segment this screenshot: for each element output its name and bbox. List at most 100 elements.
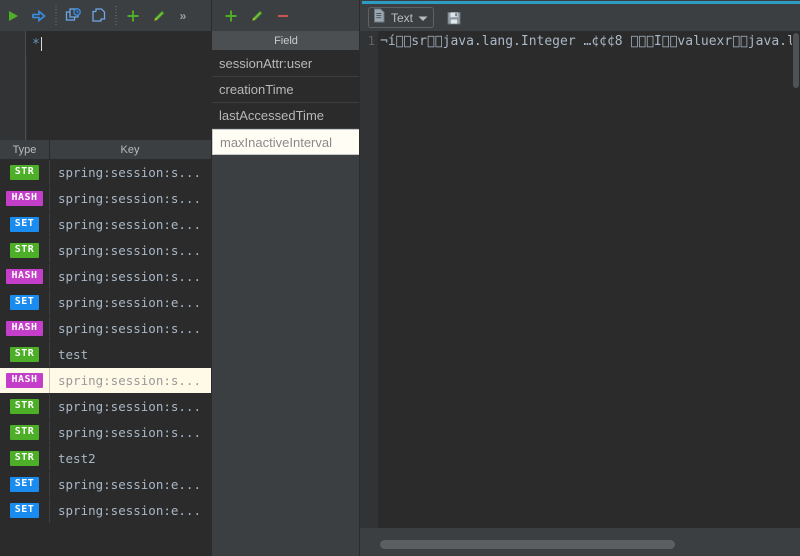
value-toolbar: Text xyxy=(360,4,800,31)
table-row[interactable]: HASH spring:session:s... xyxy=(0,368,212,394)
table-row[interactable]: HASH spring:session:s... xyxy=(0,264,212,290)
chevron-down-icon xyxy=(418,9,428,27)
value-editor[interactable]: 1 ¬í sr java.lang.Integer …¢¢¢8  I … xyxy=(360,31,800,528)
table-row[interactable]: SET spring:session:e... xyxy=(0,212,212,238)
arrow-right-icon[interactable] xyxy=(26,3,52,29)
table-row[interactable]: STR spring:session:s... xyxy=(0,238,212,264)
add-icon[interactable] xyxy=(120,3,146,29)
document-icon xyxy=(373,8,386,28)
viewer-format-label: Text xyxy=(391,11,413,25)
run-icon[interactable] xyxy=(0,3,26,29)
status-badge: HASH xyxy=(6,269,42,285)
cell-key: spring:session:s... xyxy=(50,316,212,341)
keys-toolbar: » xyxy=(0,0,212,31)
status-badge: SET xyxy=(10,503,40,519)
status-badge: SET xyxy=(10,295,40,311)
status-badge: SET xyxy=(10,217,40,233)
table-row[interactable]: SETspring:session:e... xyxy=(0,472,212,498)
edit-field-icon[interactable] xyxy=(244,3,270,29)
key-filter-input[interactable]: * xyxy=(27,31,212,57)
status-badge: STR xyxy=(10,451,40,467)
duplicate-clock-icon[interactable] xyxy=(60,3,86,29)
cell-key: spring:session:e... xyxy=(50,498,212,523)
value-vertical-scrollbar-thumb[interactable] xyxy=(793,33,799,88)
cell-type: STR xyxy=(0,342,50,367)
edit-pencil-icon[interactable] xyxy=(146,3,172,29)
toolbar-separator-2 xyxy=(115,6,117,26)
cell-type: STR xyxy=(0,446,50,471)
cell-type: STR xyxy=(0,394,50,419)
copy-icon[interactable] xyxy=(86,3,112,29)
table-row[interactable]: STR test2 xyxy=(0,446,212,472)
save-disk-icon[interactable] xyxy=(444,8,464,28)
table-row[interactable]: HASH spring:session:s... xyxy=(0,316,212,342)
cell-key: spring:session:s... xyxy=(50,368,212,393)
cell-type: STR xyxy=(0,420,50,445)
column-header-type[interactable]: Type xyxy=(0,140,50,160)
cell-type: SET xyxy=(0,498,50,523)
cell-type: SET xyxy=(0,290,50,315)
cell-type: SET xyxy=(0,212,50,237)
key-table-empty-area xyxy=(0,524,212,556)
table-row[interactable]: STR spring:session:s... xyxy=(0,160,212,186)
table-row[interactable]: STRspring:session:s... xyxy=(0,394,212,420)
value-horizontal-scrollbar[interactable] xyxy=(360,528,800,556)
cell-key: spring:session:s... xyxy=(50,264,212,289)
cell-type: SET xyxy=(0,472,50,497)
table-row[interactable]: SET spring:session:e... xyxy=(0,290,212,316)
field-list-empty-area xyxy=(212,155,360,531)
field-column-header[interactable]: Field xyxy=(212,31,360,51)
status-badge: SET xyxy=(10,477,40,493)
cell-key: spring:session:s... xyxy=(50,238,212,263)
cell-key: test xyxy=(50,342,212,367)
value-content[interactable]: ¬í sr java.lang.Integer …¢¢¢8  I va… xyxy=(380,34,800,49)
filter-editor-area[interactable] xyxy=(27,57,212,140)
key-table-header: Type Key xyxy=(0,140,212,160)
table-row[interactable]: SET spring:session:e... xyxy=(0,498,212,524)
cell-key: spring:session:s... xyxy=(50,420,212,445)
value-vertical-scrollbar[interactable] xyxy=(792,31,800,528)
cell-type: HASH xyxy=(0,368,50,393)
keys-pane: » * Type Key STRspring:session:s...HASHs… xyxy=(0,0,212,556)
cell-key: test2 xyxy=(50,446,212,471)
redis-client-window: » * Type Key STRspring:session:s...HASHs… xyxy=(0,0,800,556)
cell-key: spring:session:s... xyxy=(50,186,212,211)
status-badge: STR xyxy=(10,243,40,259)
table-row[interactable]: HASHspring:session:s... xyxy=(0,186,212,212)
status-badge: STR xyxy=(10,425,40,441)
table-row[interactable]: STR test xyxy=(0,342,212,368)
line-number: 1 xyxy=(368,34,375,48)
value-horizontal-scrollbar-thumb[interactable] xyxy=(380,540,675,549)
cell-type: HASH xyxy=(0,264,50,289)
cell-type: HASH xyxy=(0,186,50,211)
status-badge: HASH xyxy=(6,321,42,337)
filter-editor-body[interactable] xyxy=(0,57,212,140)
cell-type: STR xyxy=(0,238,50,263)
filter-gutter xyxy=(0,31,26,57)
toolbar-overflow-button[interactable]: » xyxy=(172,3,194,29)
viewer-format-select[interactable]: Text xyxy=(368,7,434,28)
value-pane: Text 1 ¬í sr java.lang.Integer …¢¢¢8 … xyxy=(360,0,800,556)
add-field-icon[interactable] xyxy=(218,3,244,29)
list-item[interactable]: maxInactiveInterval xyxy=(212,129,360,155)
key-list-table: Type Key STRspring:session:s...HASHsprin… xyxy=(0,140,212,556)
text-caret xyxy=(41,37,42,51)
list-item[interactable]: lastAccessedTime xyxy=(212,103,360,129)
list-item[interactable]: sessionAttr:user xyxy=(212,51,360,77)
cell-key: spring:session:s... xyxy=(50,160,212,185)
editor-gutter: 1 xyxy=(360,31,378,528)
cell-key: spring:session:e... xyxy=(50,290,212,315)
status-badge: HASH xyxy=(6,373,42,389)
list-item[interactable]: creationTime xyxy=(212,77,360,103)
key-filter-row: * xyxy=(0,31,212,57)
remove-field-icon[interactable] xyxy=(270,3,296,29)
toolbar-separator xyxy=(55,6,57,26)
field-list: sessionAttr:usercreationTimelastAccessed… xyxy=(212,51,360,155)
cell-key: spring:session:e... xyxy=(50,212,212,237)
status-badge: STR xyxy=(10,165,40,181)
cell-type: HASH xyxy=(0,316,50,341)
table-row[interactable]: STR spring:session:s... xyxy=(0,420,212,446)
column-header-key[interactable]: Key xyxy=(50,140,210,160)
status-badge: STR xyxy=(10,399,40,415)
status-badge: STR xyxy=(10,347,40,363)
